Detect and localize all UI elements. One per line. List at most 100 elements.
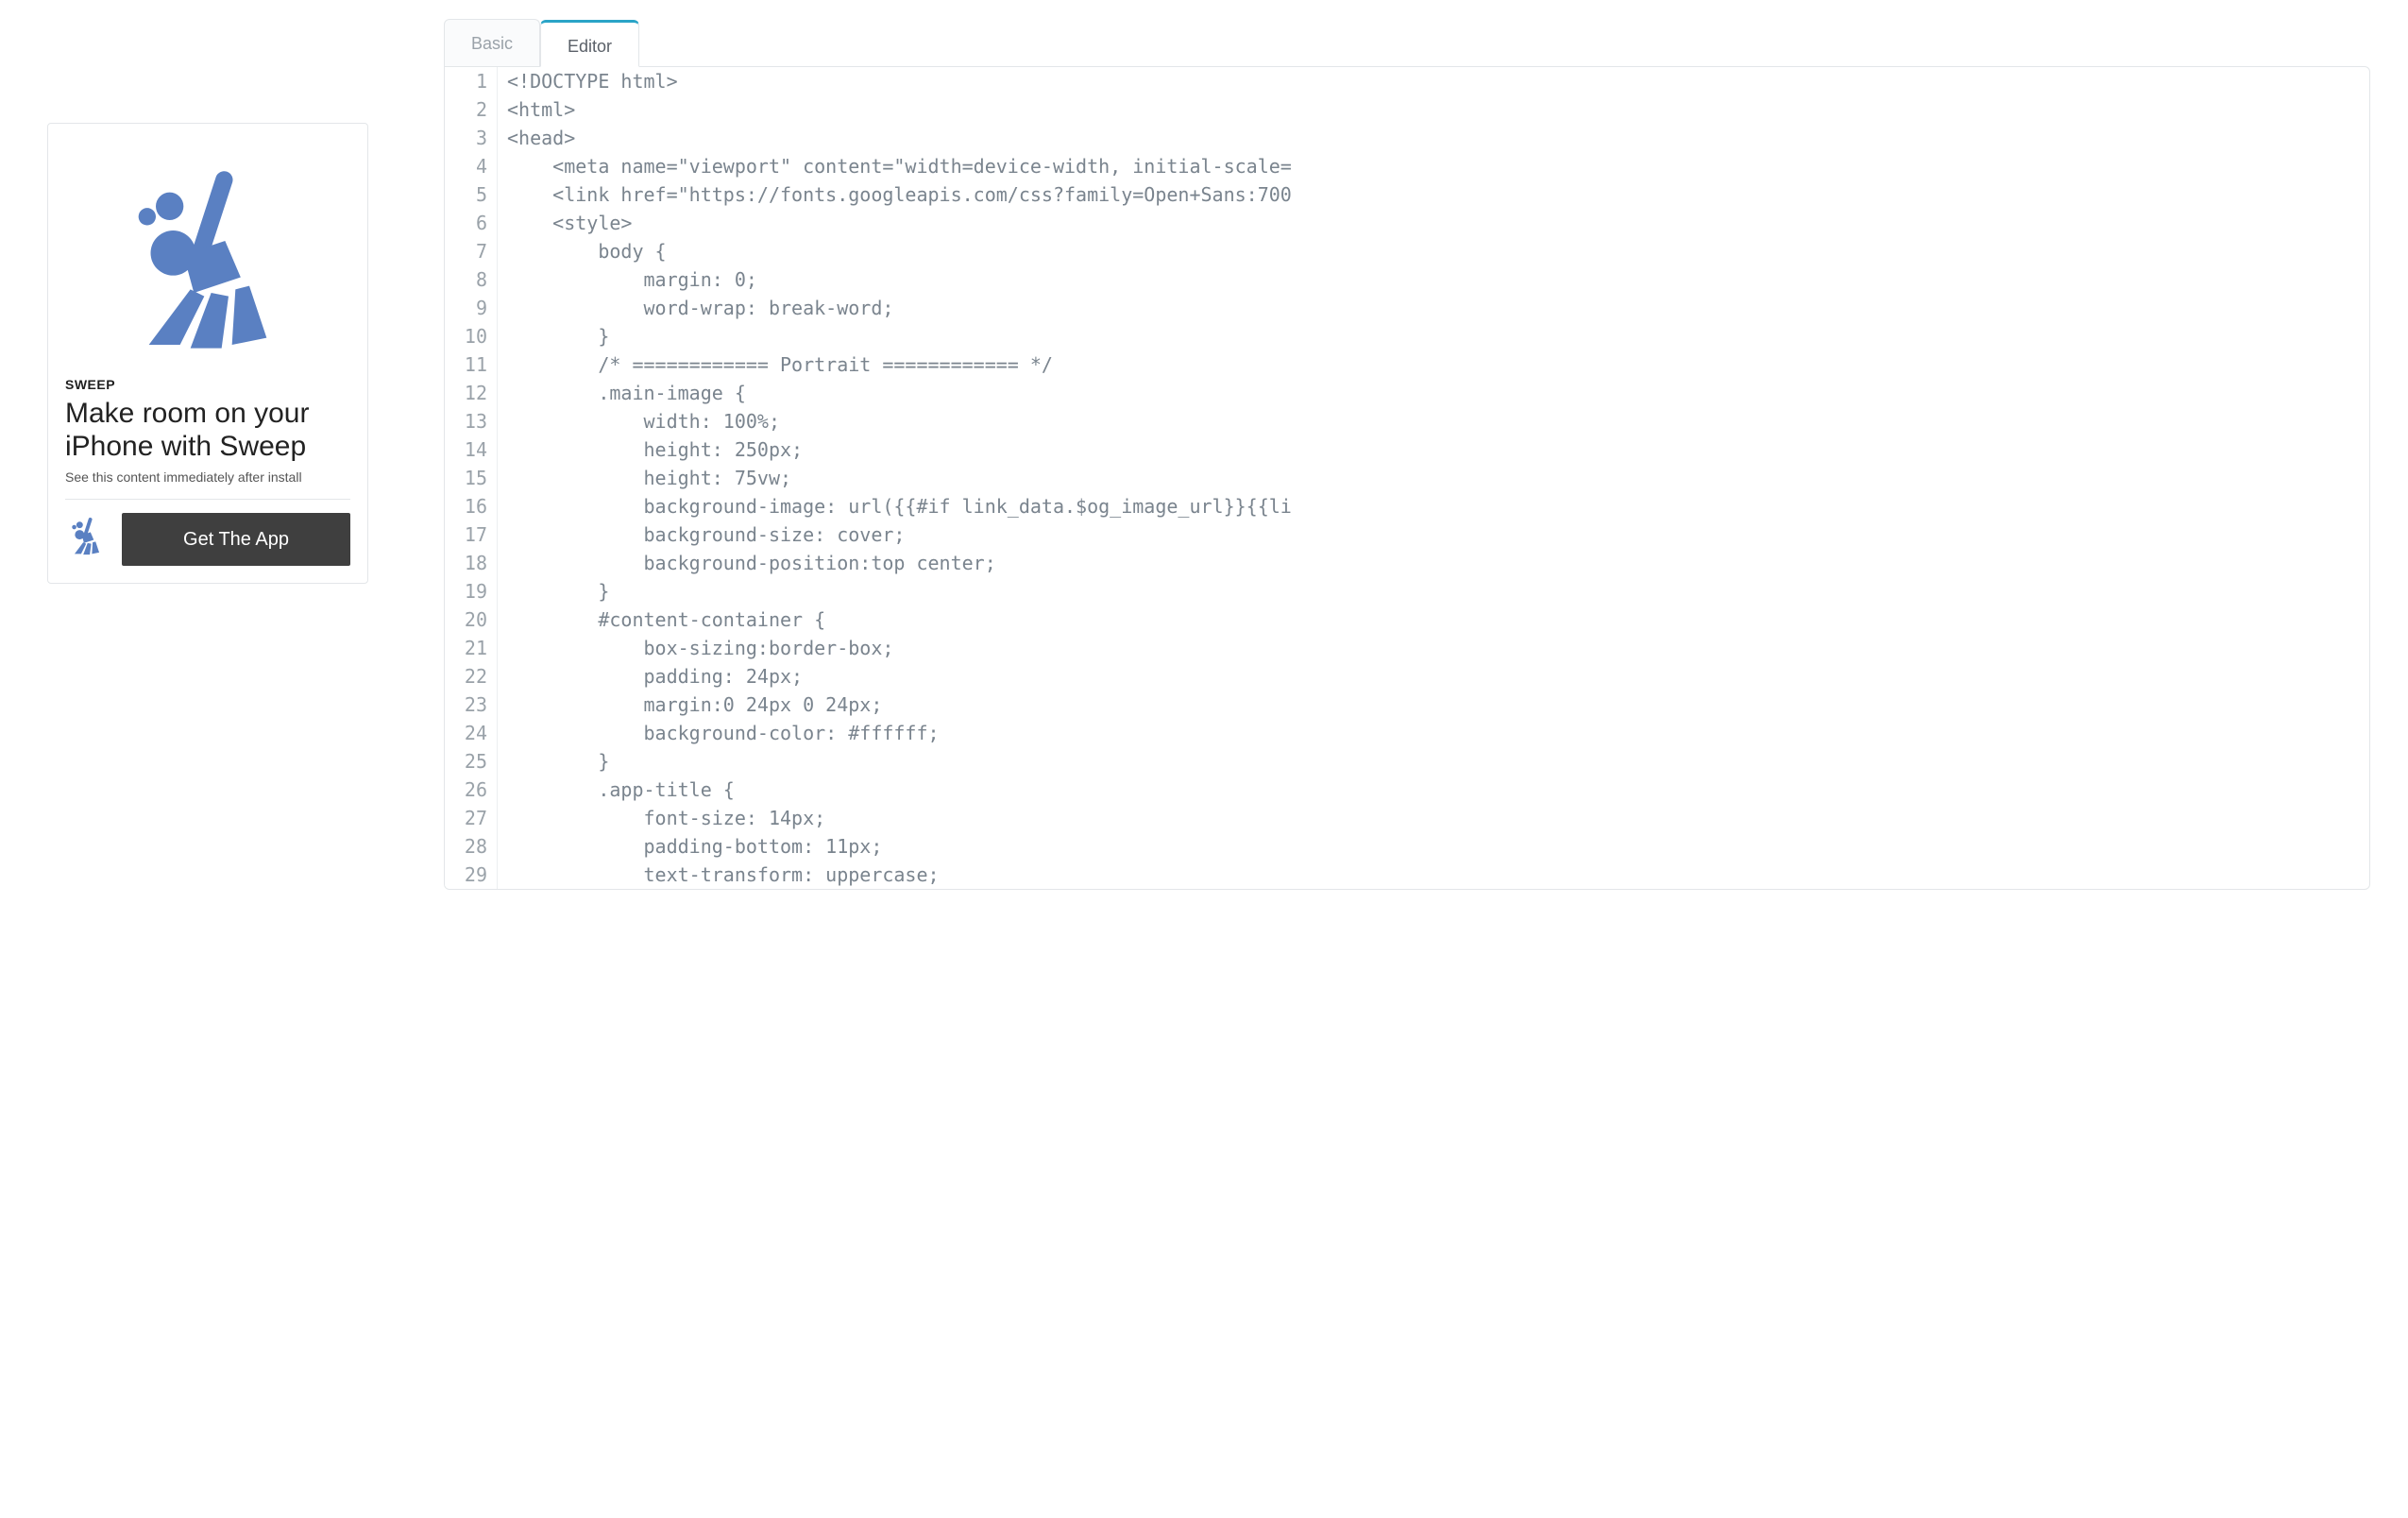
- code-line[interactable]: 4 <meta name="viewport" content="width=d…: [445, 152, 2369, 180]
- code-line-content[interactable]: word-wrap: break-word;: [498, 294, 2369, 322]
- line-number: 7: [445, 237, 498, 265]
- preview-sub-note: See this content immediately after insta…: [65, 463, 350, 499]
- line-number: 29: [445, 861, 498, 889]
- line-number: 5: [445, 180, 498, 209]
- tab-bar: BasicEditor: [444, 19, 2370, 66]
- code-line-content[interactable]: height: 250px;: [498, 435, 2369, 464]
- line-number: 22: [445, 662, 498, 691]
- line-number: 26: [445, 776, 498, 804]
- line-number: 4: [445, 152, 498, 180]
- line-number: 10: [445, 322, 498, 350]
- code-line[interactable]: 18 background-position:top center;: [445, 549, 2369, 577]
- code-line[interactable]: 15 height: 75vw;: [445, 464, 2369, 492]
- line-number: 15: [445, 464, 498, 492]
- broom-icon-small: [65, 515, 109, 563]
- line-number: 27: [445, 804, 498, 832]
- line-number: 16: [445, 492, 498, 520]
- code-line[interactable]: 9 word-wrap: break-word;: [445, 294, 2369, 322]
- preview-cta-row: Get The App: [65, 513, 350, 566]
- code-line[interactable]: 6 <style>: [445, 209, 2369, 237]
- line-number: 8: [445, 265, 498, 294]
- code-line[interactable]: 20 #content-container {: [445, 605, 2369, 634]
- line-number: 24: [445, 719, 498, 747]
- code-line-content[interactable]: <html>: [498, 95, 2369, 124]
- line-number: 11: [445, 350, 498, 379]
- line-number: 6: [445, 209, 498, 237]
- code-line[interactable]: 3<head>: [445, 124, 2369, 152]
- code-line[interactable]: 24 background-color: #ffffff;: [445, 719, 2369, 747]
- code-line[interactable]: 11 /* ============ Portrait ============…: [445, 350, 2369, 379]
- code-line-content[interactable]: .app-title {: [498, 776, 2369, 804]
- code-editor[interactable]: 1<!DOCTYPE html>2<html>3<head>4 <meta na…: [444, 66, 2370, 890]
- code-line[interactable]: 1<!DOCTYPE html>: [445, 67, 2369, 95]
- code-line[interactable]: 5 <link href="https://fonts.googleapis.c…: [445, 180, 2369, 209]
- get-the-app-button[interactable]: Get The App: [122, 513, 350, 566]
- line-number: 3: [445, 124, 498, 152]
- code-line-content[interactable]: background-position:top center;: [498, 549, 2369, 577]
- code-line-content[interactable]: .main-image {: [498, 379, 2369, 407]
- code-line-content[interactable]: margin:0 24px 0 24px;: [498, 691, 2369, 719]
- line-number: 25: [445, 747, 498, 776]
- code-line-content[interactable]: }: [498, 577, 2369, 605]
- code-line-content[interactable]: <style>: [498, 209, 2369, 237]
- line-number: 20: [445, 605, 498, 634]
- line-number: 2: [445, 95, 498, 124]
- code-line[interactable]: 17 background-size: cover;: [445, 520, 2369, 549]
- line-number: 18: [445, 549, 498, 577]
- broom-icon: [104, 158, 312, 370]
- preview-main-image: [65, 150, 350, 377]
- line-number: 12: [445, 379, 498, 407]
- code-line[interactable]: 22 padding: 24px;: [445, 662, 2369, 691]
- code-line-content[interactable]: margin: 0;: [498, 265, 2369, 294]
- line-number: 23: [445, 691, 498, 719]
- code-line-content[interactable]: font-size: 14px;: [498, 804, 2369, 832]
- code-line[interactable]: 26 .app-title {: [445, 776, 2369, 804]
- line-number: 28: [445, 832, 498, 861]
- line-number: 17: [445, 520, 498, 549]
- code-line-content[interactable]: padding-bottom: 11px;: [498, 832, 2369, 861]
- divider: [65, 499, 350, 500]
- code-line[interactable]: 27 font-size: 14px;: [445, 804, 2369, 832]
- code-line-content[interactable]: background-image: url({{#if link_data.$o…: [498, 492, 2369, 520]
- code-line[interactable]: 19 }: [445, 577, 2369, 605]
- code-line[interactable]: 10 }: [445, 322, 2369, 350]
- code-line[interactable]: 13 width: 100%;: [445, 407, 2369, 435]
- code-line[interactable]: 14 height: 250px;: [445, 435, 2369, 464]
- code-line-content[interactable]: <meta name="viewport" content="width=dev…: [498, 152, 2369, 180]
- tab-basic[interactable]: Basic: [444, 19, 540, 66]
- code-line-content[interactable]: <!DOCTYPE html>: [498, 67, 2369, 95]
- line-number: 19: [445, 577, 498, 605]
- line-number: 21: [445, 634, 498, 662]
- code-line-content[interactable]: background-color: #ffffff;: [498, 719, 2369, 747]
- code-line-content[interactable]: background-size: cover;: [498, 520, 2369, 549]
- code-line[interactable]: 2<html>: [445, 95, 2369, 124]
- line-number: 1: [445, 67, 498, 95]
- code-line[interactable]: 25 }: [445, 747, 2369, 776]
- code-line[interactable]: 12 .main-image {: [445, 379, 2369, 407]
- code-line-content[interactable]: text-transform: uppercase;: [498, 861, 2369, 889]
- code-line-content[interactable]: body {: [498, 237, 2369, 265]
- code-line[interactable]: 21 box-sizing:border-box;: [445, 634, 2369, 662]
- code-line[interactable]: 7 body {: [445, 237, 2369, 265]
- code-line-content[interactable]: box-sizing:border-box;: [498, 634, 2369, 662]
- code-line-content[interactable]: /* ============ Portrait ============ */: [498, 350, 2369, 379]
- code-line-content[interactable]: }: [498, 322, 2369, 350]
- code-line-content[interactable]: <link href="https://fonts.googleapis.com…: [498, 180, 2369, 209]
- code-line[interactable]: 29 text-transform: uppercase;: [445, 861, 2369, 889]
- code-line-content[interactable]: }: [498, 747, 2369, 776]
- tab-editor[interactable]: Editor: [540, 20, 639, 67]
- code-line[interactable]: 16 background-image: url({{#if link_data…: [445, 492, 2369, 520]
- code-line[interactable]: 8 margin: 0;: [445, 265, 2369, 294]
- deeplink-preview-card: SWEEP Make room on your iPhone with Swee…: [47, 123, 368, 584]
- code-line-content[interactable]: padding: 24px;: [498, 662, 2369, 691]
- code-line[interactable]: 23 margin:0 24px 0 24px;: [445, 691, 2369, 719]
- code-line-content[interactable]: #content-container {: [498, 605, 2369, 634]
- code-line-content[interactable]: height: 75vw;: [498, 464, 2369, 492]
- code-line-content[interactable]: width: 100%;: [498, 407, 2369, 435]
- line-number: 13: [445, 407, 498, 435]
- code-line[interactable]: 28 padding-bottom: 11px;: [445, 832, 2369, 861]
- preview-headline: Make room on your iPhone with Sweep: [65, 398, 350, 463]
- code-line-content[interactable]: <head>: [498, 124, 2369, 152]
- preview-app-title: SWEEP: [65, 377, 350, 398]
- line-number: 14: [445, 435, 498, 464]
